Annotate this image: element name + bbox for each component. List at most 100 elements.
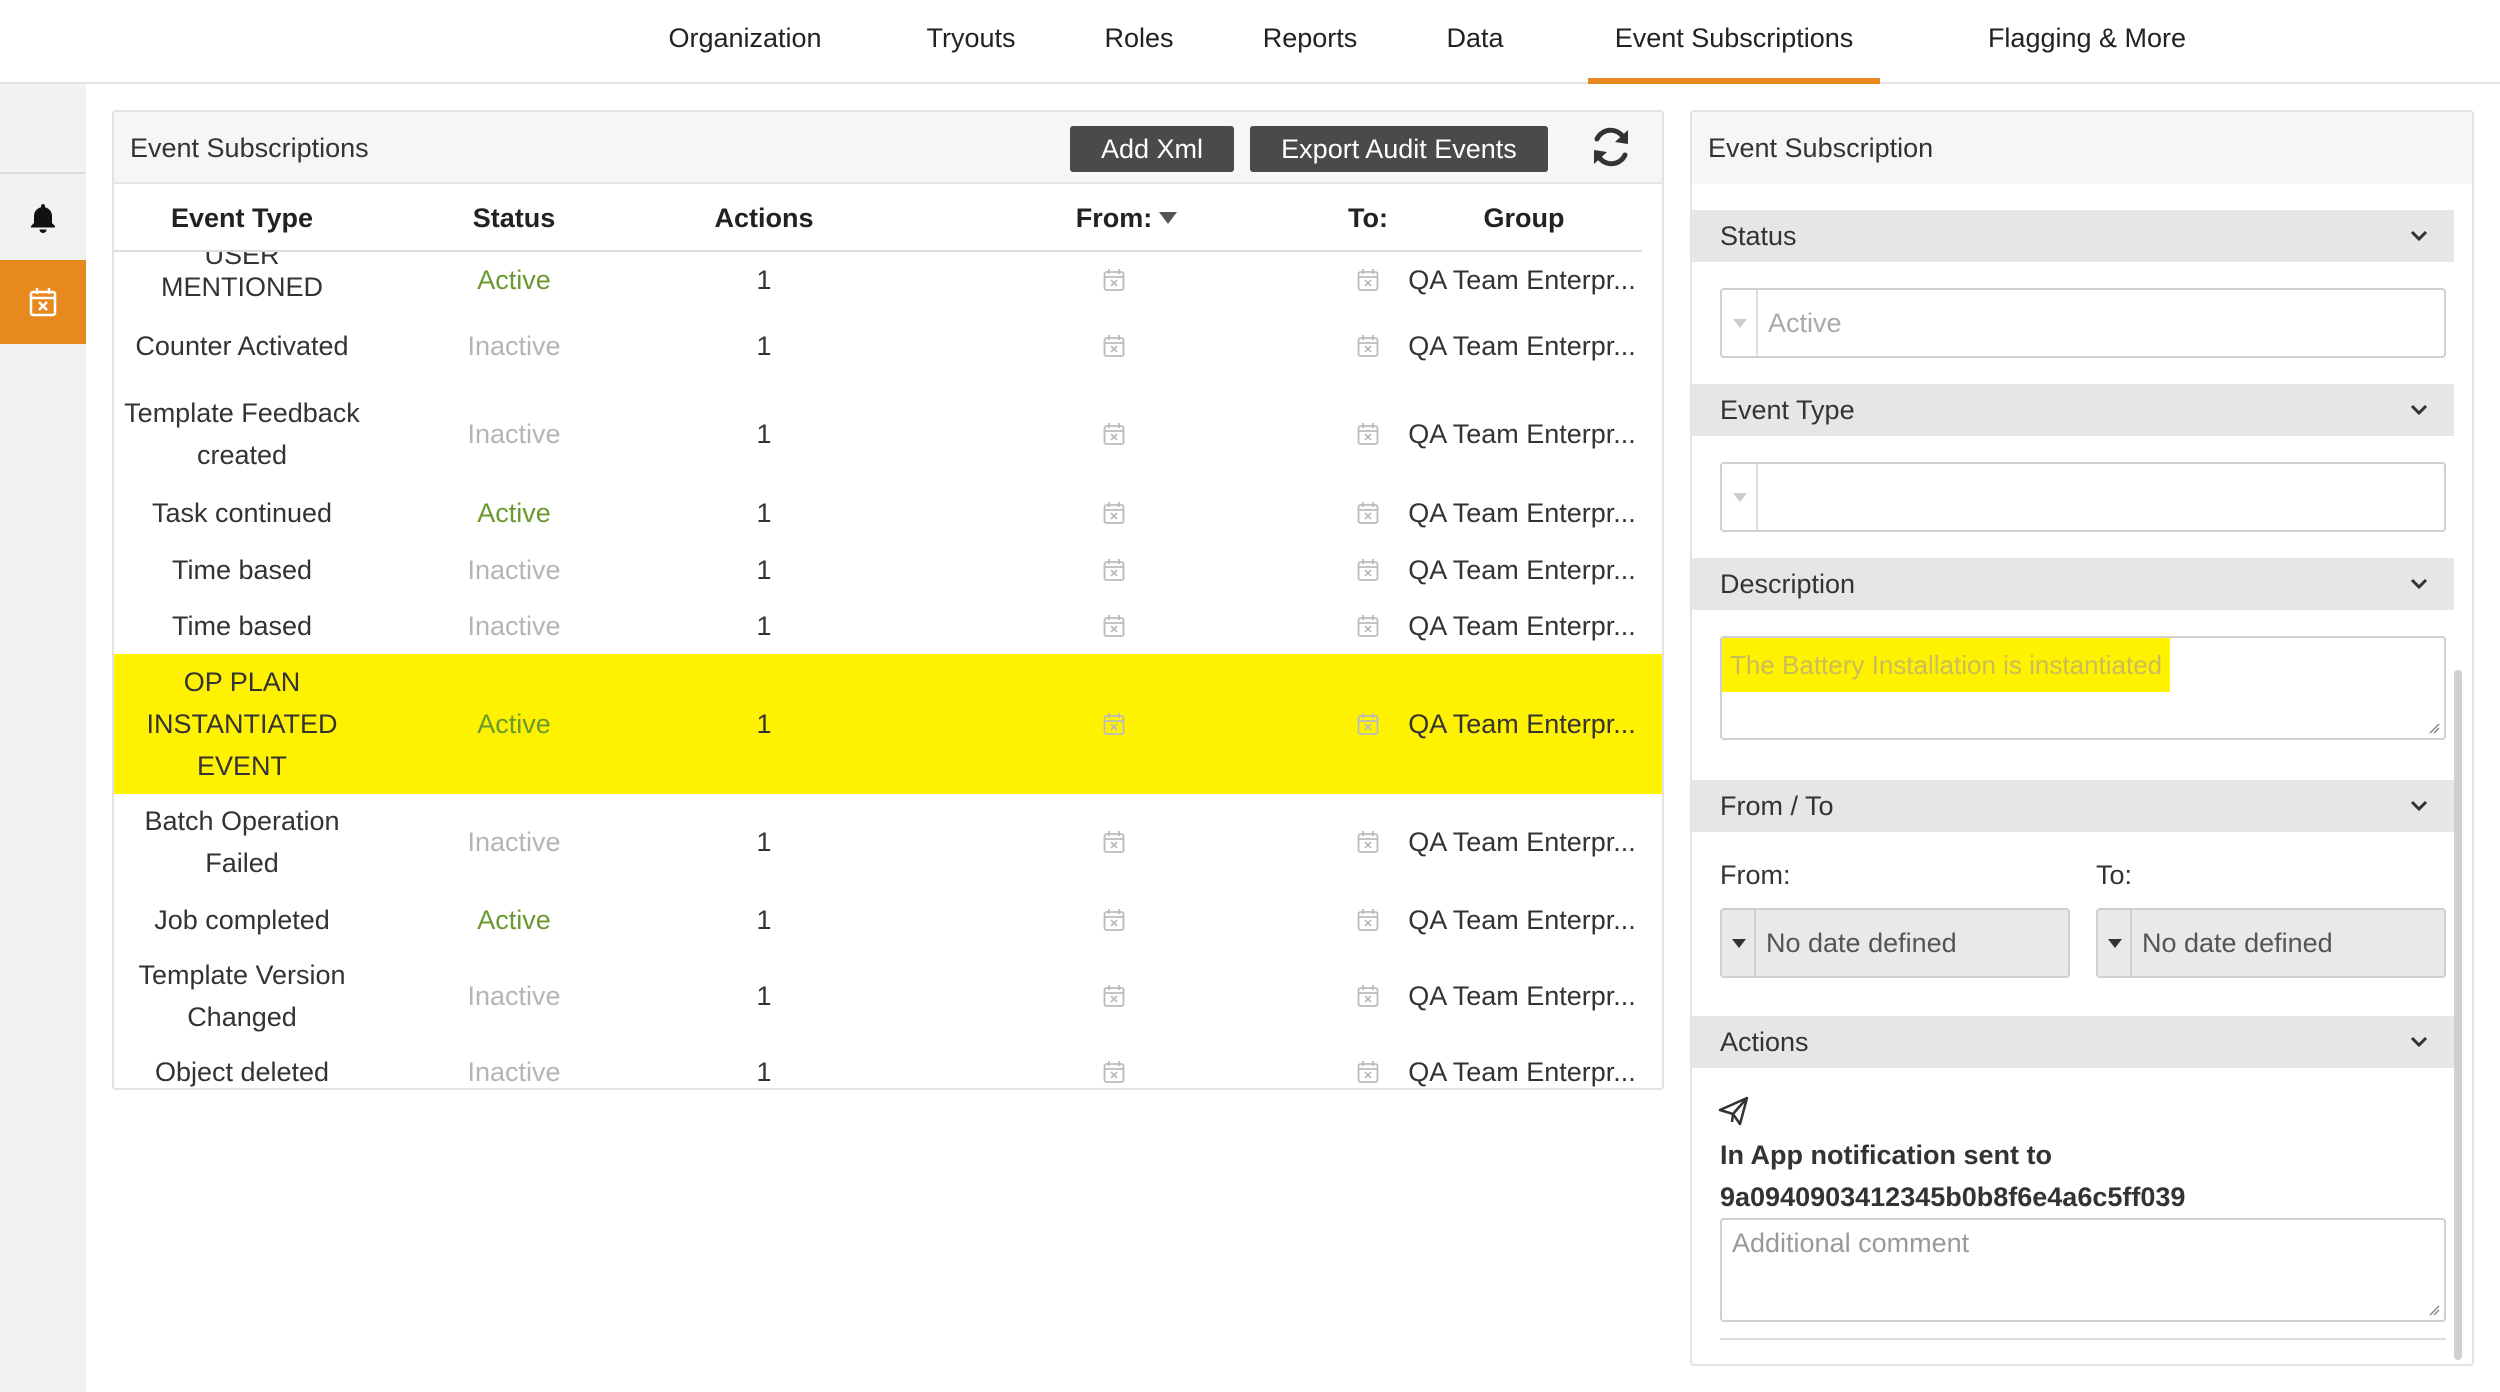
sidebar-item-event-subscriptions[interactable] <box>0 260 86 344</box>
section-event-type[interactable]: Event Type <box>1692 384 2454 436</box>
detail-scrollbar[interactable] <box>2454 670 2462 1360</box>
calendar-x-icon <box>1357 830 1379 854</box>
resize-handle-icon[interactable] <box>2428 722 2440 734</box>
tab-roles[interactable]: Roles <box>1096 0 1182 84</box>
table-row[interactable]: Template Version Changed Inactive 1 QA Team… <box>114 950 1662 1042</box>
calendar-x-icon <box>1103 422 1125 446</box>
tab-organization[interactable]: Organization <box>652 0 838 84</box>
caret-down-icon <box>1733 319 1747 328</box>
cell-from[interactable] <box>1064 890 1164 950</box>
to-date-picker[interactable]: No date defined <box>2096 908 2446 978</box>
cell-event-type: Counter Activated <box>135 331 349 361</box>
tab-tryouts[interactable]: Tryouts <box>912 0 1030 84</box>
cell-from[interactable] <box>1064 308 1164 384</box>
event-type-select[interactable] <box>1720 462 2446 532</box>
table-row[interactable]: Job completed Active 1 QA Team Enterpr... <box>114 890 1662 950</box>
caret-down-icon <box>1733 493 1747 502</box>
chevron-down-icon <box>2410 1036 2428 1048</box>
tab-data[interactable]: Data <box>1436 0 1514 84</box>
cell-from[interactable] <box>1064 542 1164 598</box>
additional-comment-textarea[interactable]: Additional comment <box>1720 1218 2446 1322</box>
chevron-down-icon <box>2410 230 2428 242</box>
col-actions[interactable]: Actions <box>664 184 864 252</box>
tab-event-subscriptions[interactable]: Event Subscriptions <box>1588 0 1880 84</box>
cell-from[interactable] <box>1064 654 1164 794</box>
cell-actions: 1 <box>756 498 772 528</box>
section-status[interactable]: Status <box>1692 210 2454 262</box>
cell-from[interactable] <box>1064 484 1164 542</box>
description-value: The Battery Installation is instantiated <box>1722 638 2171 692</box>
table-row[interactable]: Time based Inactive 1 QA Team Enterpr... <box>114 542 1662 598</box>
cell-group: QA Team Enterpr... <box>1408 555 1636 585</box>
export-audit-events-button[interactable]: Export Audit Events <box>1250 126 1548 172</box>
table-row[interactable]: Object deleted Inactive 1 QA Team Enterpr..… <box>114 1042 1662 1090</box>
add-xml-button[interactable]: Add Xml <box>1070 126 1234 172</box>
resize-handle-icon[interactable] <box>2428 1304 2440 1316</box>
col-status[interactable]: Status <box>414 184 614 252</box>
cell-event-type: OP PLAN INSTANTIATED EVENT <box>146 667 338 781</box>
cell-from[interactable] <box>1064 384 1164 484</box>
calendar-x-icon <box>1357 558 1379 582</box>
cell-group: QA Team Enterpr... <box>1408 498 1636 528</box>
cell-status: Active <box>477 265 551 295</box>
cell-status: Inactive <box>467 555 561 585</box>
section-label: From / To <box>1720 791 1834 821</box>
detail-title: Event Subscription <box>1708 133 1934 163</box>
calendar-x-icon <box>1357 422 1379 446</box>
description-textarea[interactable]: The Battery Installation is instantiated <box>1720 636 2446 740</box>
cell-group: QA Team Enterpr... <box>1408 331 1636 361</box>
cell-actions: 1 <box>756 331 772 361</box>
left-sidebar <box>0 84 86 1392</box>
sort-desc-icon[interactable] <box>1159 212 1177 224</box>
cell-actions: 1 <box>756 827 772 857</box>
cell-from[interactable] <box>1064 1042 1164 1090</box>
sidebar-item-notifications[interactable] <box>0 176 86 260</box>
event-subscription-detail-panel: Event Subscription Status Active Event T… <box>1690 110 2474 1366</box>
cell-from[interactable] <box>1064 598 1164 654</box>
cell-status: Active <box>477 498 551 528</box>
cell-group: QA Team Enterpr... <box>1408 709 1636 739</box>
table-row[interactable]: Task continued Active 1 QA Team Enterpr... <box>114 484 1662 542</box>
date-arrow-zone <box>1722 910 1756 976</box>
calendar-x-icon <box>1357 501 1379 525</box>
col-from[interactable]: From: <box>1014 184 1214 252</box>
to-label: To: <box>2096 860 2133 890</box>
paper-plane-icon[interactable] <box>1718 1096 1750 1126</box>
cell-status: Inactive <box>467 981 561 1011</box>
table-row[interactable]: Batch Operation Failed Inactive 1 QA Team E… <box>114 794 1662 890</box>
cell-event-type: Job completed <box>154 905 330 935</box>
cell-group: QA Team Enterpr... <box>1408 827 1636 857</box>
cell-status: Active <box>477 905 551 935</box>
from-date-picker[interactable]: No date defined <box>1720 908 2070 978</box>
table-row[interactable]: Time based Inactive 1 QA Team Enterpr... <box>114 598 1662 654</box>
top-navigation: Organization Tryouts Roles Reports Data … <box>0 0 2500 84</box>
section-actions[interactable]: Actions <box>1692 1016 2454 1068</box>
table-row[interactable]: Template Feedback created Inactive 1 QA Tea… <box>114 384 1662 484</box>
to-date-value: No date defined <box>2142 928 2333 958</box>
section-label: Status <box>1720 221 1797 251</box>
select-arrow-zone <box>1722 464 1758 530</box>
col-event-type[interactable]: Event Type <box>114 184 370 252</box>
event-subscriptions-panel: Event Subscriptions Add Xml Export Audit… <box>112 110 1664 1090</box>
tab-reports[interactable]: Reports <box>1252 0 1368 84</box>
notification-text: In App notification sent to <box>1720 1140 2052 1170</box>
refresh-icon[interactable] <box>1588 124 1634 170</box>
cell-event-type: Time based <box>171 611 313 641</box>
table-row[interactable]: MENTIONED Active 1 QA Team Enterpr... <box>114 252 1662 308</box>
table-row[interactable]: Counter Activated Inactive 1 QA Team Enterp… <box>114 308 1662 384</box>
col-group[interactable]: Group <box>1424 184 1624 252</box>
cell-event-type: Task continued <box>151 498 333 528</box>
status-select[interactable]: Active <box>1720 288 2446 358</box>
cell-event-type: MENTIONED <box>161 272 323 302</box>
section-from-to[interactable]: From / To <box>1692 780 2454 832</box>
cell-from[interactable] <box>1064 794 1164 890</box>
calendar-x-icon <box>1103 712 1125 736</box>
cell-from[interactable] <box>1064 950 1164 1042</box>
calendar-x-icon <box>1103 334 1125 358</box>
cell-actions: 1 <box>756 709 772 739</box>
chevron-down-icon <box>2410 404 2428 416</box>
cell-from[interactable] <box>1064 252 1164 308</box>
tab-flagging-more[interactable]: Flagging & More <box>1972 0 2202 84</box>
table-row[interactable]: OP PLAN INSTANTIATED EVENT Active 1 QA Team… <box>114 654 1662 794</box>
section-description[interactable]: Description <box>1692 558 2454 610</box>
